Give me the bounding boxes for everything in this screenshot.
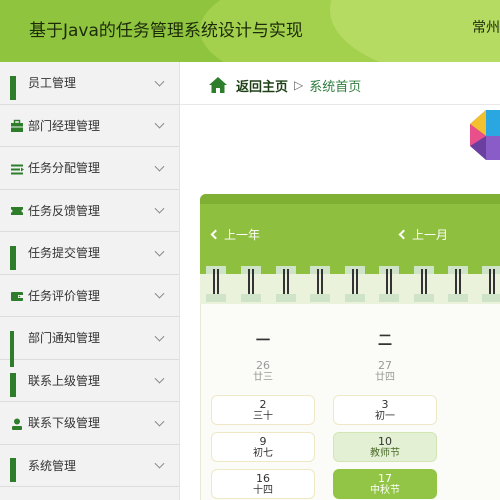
grid-icon (10, 373, 24, 398)
chevron-down-icon (154, 373, 165, 384)
binder-ring (482, 266, 500, 302)
binder-ring (448, 266, 468, 302)
binder-ring (206, 266, 226, 302)
main-content: 返回主页 ▷ 系统首页 上一年 上一月 一 二 26 廿三 27 廿四 2 三十… (180, 62, 500, 500)
calendar-day[interactable]: 16 十四 (211, 469, 315, 499)
sidebar-item-task-assign[interactable]: 任务分配管理 (0, 147, 179, 190)
weekday-header-tue: 二 (378, 333, 392, 349)
wallet-icon (10, 288, 24, 302)
divider (180, 104, 500, 105)
sidebar-item-system[interactable]: 系统管理 (0, 445, 179, 487)
sidebar-item-label: 任务反馈管理 (28, 203, 101, 218)
chevron-down-icon (154, 416, 165, 427)
sidebar-item-contact-subordinate[interactable]: 联系下级管理 (0, 402, 179, 445)
calendar-day-today[interactable]: 17 中秋节 (333, 469, 437, 499)
lunar-date: 三十 (253, 411, 273, 422)
sidebar-item-task-submit[interactable]: 任务提交管理 (0, 232, 179, 275)
calendar-body (200, 274, 500, 500)
day-number: 9 (259, 435, 267, 448)
prev-year-button[interactable]: 上一年 (210, 226, 261, 243)
sidebar-item-label: 员工管理 (28, 76, 77, 91)
calendar-day[interactable]: 9 初七 (211, 432, 315, 462)
header-right-text: 常州 (472, 20, 500, 36)
day-number: 2 (259, 398, 267, 411)
sidebar-item-label: 任务评价管理 (28, 288, 101, 303)
sidebar-item-contact-superior[interactable]: 联系上级管理 (0, 360, 179, 402)
chevron-down-icon (154, 458, 165, 469)
lunar-date: 廿三 (253, 372, 273, 383)
calendar-day[interactable]: 27 廿四 (333, 357, 437, 387)
lunar-date: 十四 (253, 485, 273, 496)
sidebar-item-label: 任务分配管理 (28, 161, 101, 176)
sidebar-item-label: 部门经理管理 (28, 118, 101, 133)
day-number: 16 (256, 472, 270, 485)
ticket-icon (10, 203, 24, 217)
day-number: 3 (381, 398, 389, 411)
day-number: 10 (378, 435, 392, 448)
calendar-day[interactable]: 3 初一 (333, 395, 437, 425)
lunar-date: 初七 (253, 448, 273, 459)
binder-ring (276, 266, 296, 302)
grid-icon (10, 458, 24, 483)
calendar-day-holiday[interactable]: 10 教师节 (333, 432, 437, 462)
chevron-down-icon (154, 331, 165, 342)
day-number: 27 (378, 359, 392, 372)
day-number: 17 (378, 472, 392, 485)
sidebar-item-label: 任务提交管理 (28, 246, 101, 261)
chevron-left-icon (210, 229, 221, 240)
lunar-date: 初一 (375, 411, 395, 422)
sidebar: 员工管理 部门经理管理 任务分配管理 任务反馈管理 任务提交管理 任务评价管理 (0, 62, 180, 500)
chevron-down-icon (154, 161, 165, 172)
user-icon (10, 416, 24, 430)
breadcrumb-current[interactable]: 系统首页 (309, 76, 361, 95)
weekday-header-mon: 一 (256, 333, 270, 349)
sidebar-item-dept-manager[interactable]: 部门经理管理 (0, 105, 179, 147)
breadcrumb-separator: ▷ (294, 78, 304, 92)
binder-ring (345, 266, 365, 302)
holiday-label: 教师节 (370, 448, 400, 459)
sidebar-item-label: 联系下级管理 (28, 416, 101, 431)
briefcase-icon (10, 118, 24, 133)
sidebar-item-label: 部门通知管理 (28, 331, 101, 346)
calendar-day[interactable]: 2 三十 (211, 395, 315, 425)
binder-ring (310, 266, 330, 302)
pie-chart-icon (470, 110, 500, 160)
prev-month-label: 上一月 (412, 228, 449, 242)
calendar-header-stripe (200, 194, 500, 204)
grid-icon (10, 75, 24, 100)
calendar-day[interactable]: 26 廿三 (211, 357, 315, 387)
binder-ring (414, 266, 434, 302)
chevron-down-icon (154, 203, 165, 214)
breadcrumb: 返回主页 ▷ 系统首页 (208, 72, 361, 98)
sidebar-item-employee[interactable]: 员工管理 (0, 62, 179, 105)
chevron-down-icon (154, 288, 165, 299)
sidebar-item-label: 系统管理 (28, 458, 77, 473)
chevron-down-icon (154, 246, 165, 257)
chevron-left-icon (398, 229, 409, 240)
day-number: 26 (256, 359, 270, 372)
holiday-label: 中秋节 (370, 485, 400, 496)
prev-month-button[interactable]: 上一月 (398, 226, 449, 243)
chevron-down-icon (154, 118, 165, 129)
lunar-date: 廿四 (375, 372, 395, 383)
prev-year-label: 上一年 (224, 228, 261, 242)
binder-ring (241, 266, 261, 302)
home-icon[interactable] (208, 76, 228, 94)
binder-ring (379, 266, 399, 302)
sidebar-item-task-evaluate[interactable]: 任务评价管理 (0, 275, 179, 317)
app-title: 基于Java的任务管理系统设计与实现 (29, 21, 303, 41)
apps-icon (10, 330, 24, 367)
sidebar-item-task-feedback[interactable]: 任务反馈管理 (0, 190, 179, 232)
grid-icon (10, 245, 24, 270)
chevron-down-icon (154, 76, 165, 87)
list-icon (10, 161, 24, 175)
sidebar-item-label: 联系上级管理 (28, 373, 101, 388)
back-home-link[interactable]: 返回主页 (236, 76, 288, 95)
calendar-header: 上一年 上一月 (200, 194, 500, 274)
calendar-widget: 上一年 上一月 一 二 26 廿三 27 廿四 2 三十 3 初一 9 初七 1… (200, 194, 500, 500)
top-header: 基于Java的任务管理系统设计与实现 常州 (0, 0, 500, 62)
sidebar-item-dept-notice[interactable]: 部门通知管理 (0, 317, 179, 367)
